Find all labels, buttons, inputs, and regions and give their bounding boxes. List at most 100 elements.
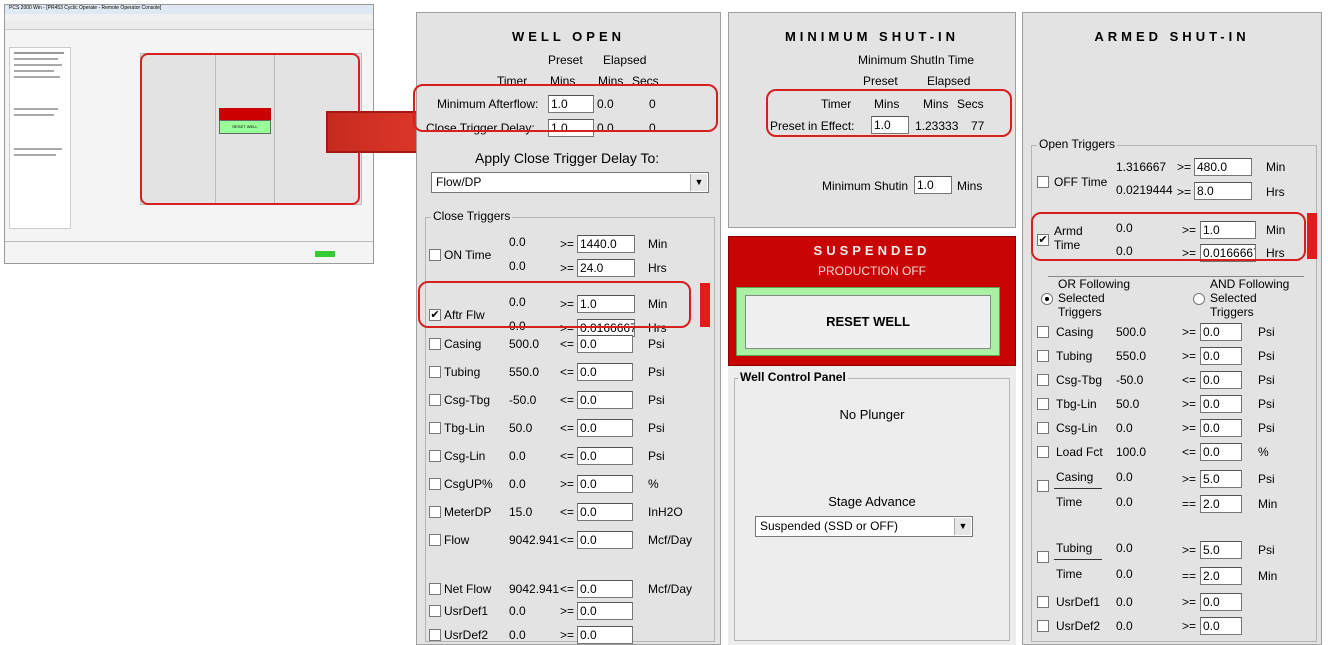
trigger-input[interactable]: 0.0 [1200, 419, 1242, 437]
trigger-checkbox[interactable] [429, 366, 441, 378]
trigger-checkbox[interactable] [1037, 326, 1049, 338]
trigger-label: Csg-Tbg [1056, 373, 1103, 387]
stage-advance-value: Suspended (SSD or OFF) [760, 519, 899, 533]
trigger-checkbox[interactable] [1037, 398, 1049, 410]
trigger-checkbox[interactable] [429, 629, 441, 641]
unit: Psi [648, 365, 665, 379]
usrdef-checkbox[interactable] [1037, 620, 1049, 632]
trigger-input[interactable]: 0.0 [1200, 323, 1242, 341]
stage-advance-select[interactable]: Suspended (SSD or OFF) ▼ [755, 516, 973, 537]
trigger-checkbox[interactable] [429, 583, 441, 595]
min-shutin-label: Minimum Shutin [822, 179, 909, 193]
apply-delay-select[interactable]: Flow/DP ▼ [431, 172, 709, 193]
usrdef-value: 0.0 [1116, 619, 1133, 633]
op: == [1182, 497, 1197, 511]
trigger-value: 100.0 [1116, 445, 1147, 459]
reset-well-button[interactable]: RESET WELL [745, 295, 991, 349]
trigger-label: Tbg-Lin [444, 421, 485, 435]
usrdef-checkbox[interactable] [1037, 596, 1049, 608]
unit: % [1258, 445, 1269, 459]
trigger-checkbox[interactable] [429, 534, 441, 546]
or-selected-label: Selected [1058, 291, 1105, 305]
op: >= [1182, 397, 1197, 411]
op: <= [560, 421, 575, 435]
trigger-input[interactable]: 0.0 [577, 475, 633, 493]
trigger-input[interactable]: 0.0 [1200, 443, 1242, 461]
usrdef-input[interactable]: 0.0 [1200, 617, 1242, 635]
trigger-label: Flow [444, 533, 470, 547]
usrdef-input[interactable]: 0.0 [1200, 593, 1242, 611]
casing-time-v1: 0.0 [1116, 470, 1133, 484]
trigger-input[interactable]: 0.0 [577, 626, 633, 644]
trigger-input[interactable]: 0.0 [1200, 347, 1242, 365]
trigger-checkbox[interactable] [429, 422, 441, 434]
on-time-checkbox[interactable] [429, 249, 441, 261]
well-control-label: Well Control Panel [738, 370, 848, 384]
unit: Psi [1258, 397, 1275, 411]
min-shutin-input[interactable]: 1.0 [914, 176, 952, 194]
trigger-input[interactable]: 0.0 [577, 503, 633, 521]
trigger-input[interactable]: 0.0 [577, 531, 633, 549]
unit: Psi [1258, 543, 1275, 557]
trigger-input[interactable]: 0.0 [577, 419, 633, 437]
casing-time-checkbox[interactable] [1037, 480, 1049, 492]
divider [1054, 559, 1102, 560]
off-time-min-input[interactable]: 480.0 [1194, 158, 1252, 176]
highlight-delay [413, 84, 718, 132]
trigger-input[interactable]: 0.0 [577, 391, 633, 409]
trigger-checkbox[interactable] [1037, 446, 1049, 458]
trigger-checkbox[interactable] [429, 338, 441, 350]
trigger-checkbox[interactable] [429, 605, 441, 617]
trigger-value: 550.0 [509, 365, 540, 379]
op: >= [1182, 421, 1197, 435]
chevron-down-icon[interactable]: ▼ [954, 518, 971, 535]
unit: Hrs [1266, 185, 1285, 199]
trigger-input[interactable]: 0.0 [577, 580, 633, 598]
op: <= [560, 449, 575, 463]
trigger-value: 0.0 [509, 477, 526, 491]
trigger-value: 0.0 [509, 604, 526, 618]
off-time-hrs-input[interactable]: 8.0 [1194, 182, 1252, 200]
tubing-time-checkbox[interactable] [1037, 551, 1049, 563]
trigger-checkbox[interactable] [429, 478, 441, 490]
tubing-time-min-input[interactable]: 2.0 [1200, 567, 1242, 585]
trigger-input[interactable]: 0.0 [577, 447, 633, 465]
op: <= [560, 337, 575, 351]
well-control-area: Well Control Panel No Plunger Stage Adva… [728, 366, 1016, 645]
chevron-down-icon[interactable]: ▼ [690, 174, 707, 191]
hdr-elapsed: Elapsed [927, 74, 971, 88]
status-subtitle: PRODUCTION OFF [818, 264, 926, 278]
on-time-min-input[interactable]: 1440.0 [577, 235, 635, 253]
and-following-radio[interactable] [1193, 293, 1205, 305]
trigger-input[interactable]: 0.0 [577, 602, 633, 620]
on-time-elapsed-hrs: 0.0 [509, 259, 526, 273]
trigger-checkbox[interactable] [429, 394, 441, 406]
off-time-checkbox[interactable] [1037, 176, 1049, 188]
trigger-checkbox[interactable] [1037, 422, 1049, 434]
on-time-hrs-input[interactable]: 24.0 [577, 259, 635, 277]
thumb-toolbar [5, 21, 373, 30]
trigger-checkbox[interactable] [1037, 350, 1049, 362]
casing-time-v2: 0.0 [1116, 495, 1133, 509]
trigger-input[interactable]: 0.0 [1200, 371, 1242, 389]
trigger-checkbox[interactable] [429, 450, 441, 462]
trigger-value: 9042.941 [509, 582, 560, 596]
casing-time-time-label: Time [1056, 495, 1083, 509]
marker-bar [700, 283, 710, 327]
trigger-input[interactable]: 0.0 [1200, 395, 1242, 413]
tubing-time-label: Tubing [1056, 541, 1093, 555]
trigger-checkbox[interactable] [429, 506, 441, 518]
trigger-input[interactable]: 0.0 [577, 363, 633, 381]
tubing-time-psi-input[interactable]: 5.0 [1200, 541, 1242, 559]
trigger-input[interactable]: 0.0 [577, 335, 633, 353]
or-following-radio[interactable] [1041, 293, 1053, 305]
usrdef-label: UsrDef1 [1056, 595, 1101, 609]
trigger-checkbox[interactable] [1037, 374, 1049, 386]
trigger-label: Net Flow [444, 582, 492, 596]
unit: Mcf/Day [648, 533, 693, 547]
casing-time-psi-input[interactable]: 5.0 [1200, 470, 1242, 488]
trigger-value: 0.0 [509, 628, 526, 642]
op: <= [1182, 445, 1197, 459]
casing-time-min-input[interactable]: 2.0 [1200, 495, 1242, 513]
trigger-value: 50.0 [1116, 397, 1140, 411]
